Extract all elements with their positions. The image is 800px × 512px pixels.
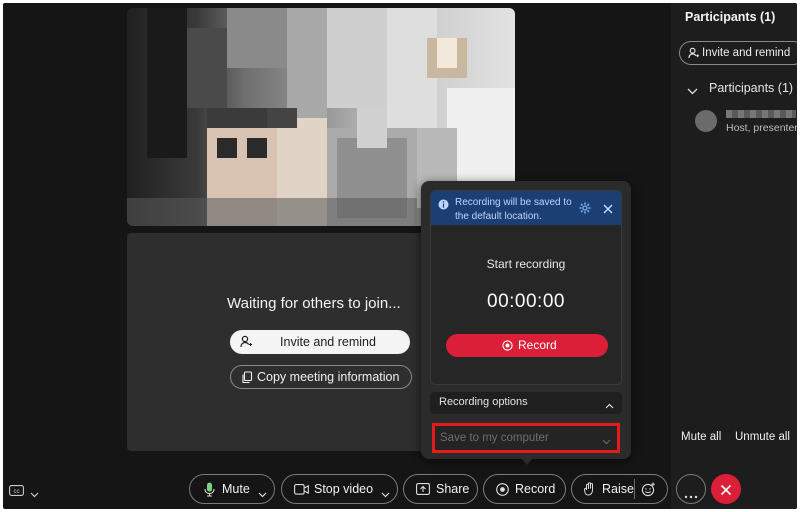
- copy-icon: [241, 371, 253, 387]
- raise-hand-icon: [584, 482, 595, 499]
- toolbar-separator: [634, 479, 635, 499]
- video-camera-icon: [294, 484, 309, 498]
- recording-card: Recording will be saved to the default l…: [430, 190, 622, 385]
- mute-label: Mute: [222, 482, 250, 496]
- popover-arrow: [520, 457, 534, 465]
- person-add-icon: [688, 47, 699, 62]
- raise-hand-button[interactable]: Raise: [571, 474, 668, 504]
- recording-options-header[interactable]: Recording options: [430, 392, 622, 414]
- stop-video-label: Stop video: [314, 482, 374, 496]
- copy-meeting-info-label: Copy meeting information: [257, 370, 400, 384]
- meeting-window: Waiting for others to join... Invite and…: [3, 3, 797, 509]
- record-icon: [502, 340, 513, 354]
- end-call-button[interactable]: [711, 474, 741, 504]
- participant-row[interactable]: Host, presenter: [693, 106, 797, 136]
- chevron-down-icon: [602, 436, 611, 448]
- sidebar-invite-button[interactable]: Invite and remind: [679, 41, 797, 65]
- chevron-down-icon: [381, 487, 390, 501]
- recording-timer: 00:00:00: [487, 291, 565, 312]
- recording-options-label: Recording options: [439, 396, 528, 408]
- info-icon: [438, 197, 449, 215]
- save-location-select[interactable]: Save to my computer: [432, 423, 620, 453]
- chevron-down-icon: [687, 84, 698, 98]
- start-record-button[interactable]: Record: [446, 334, 608, 357]
- avatar: [695, 110, 717, 132]
- sidebar-invite-label: Invite and remind: [702, 47, 791, 59]
- invite-and-remind-label: Invite and remind: [280, 335, 376, 349]
- microphone-icon: [204, 482, 215, 500]
- gear-icon[interactable]: [579, 201, 591, 219]
- mute-button[interactable]: Mute: [189, 474, 275, 504]
- copy-meeting-info-button[interactable]: Copy meeting information: [230, 365, 412, 389]
- stop-video-button[interactable]: Stop video: [281, 474, 398, 504]
- participants-panel: Participants (1) Invite and remind Parti…: [671, 3, 797, 509]
- more-options-button[interactable]: [676, 474, 706, 504]
- recording-popover: Recording will be saved to the default l…: [421, 181, 631, 459]
- info-banner: Recording will be saved to the default l…: [431, 191, 621, 225]
- info-banner-text: Recording will be saved to the default l…: [455, 197, 572, 222]
- waiting-panel: Waiting for others to join... Invite and…: [127, 233, 437, 451]
- share-label: Share: [436, 482, 470, 496]
- participants-group-label: Participants (1): [709, 81, 794, 95]
- emoji-reaction-icon[interactable]: [641, 482, 656, 500]
- unmute-all-button[interactable]: Unmute all: [735, 431, 790, 443]
- more-dots-icon: [684, 488, 698, 502]
- waiting-message: Waiting for others to join...: [227, 295, 401, 312]
- record-icon: [496, 483, 509, 499]
- chevron-up-icon: [605, 400, 614, 412]
- invite-and-remind-button[interactable]: Invite and remind: [230, 330, 410, 354]
- start-record-label: Record: [518, 338, 557, 352]
- share-screen-icon: [416, 483, 430, 498]
- mute-all-button[interactable]: Mute all: [681, 431, 721, 443]
- start-recording-label: Start recording: [486, 257, 566, 271]
- svg-text:cc: cc: [14, 489, 20, 495]
- participant-name-redacted: [726, 110, 796, 118]
- closed-captions-icon[interactable]: cc: [9, 483, 24, 501]
- participant-role: Host, presenter: [726, 122, 797, 134]
- chevron-down-icon[interactable]: [30, 485, 39, 503]
- save-location-value: Save to my computer: [440, 432, 549, 444]
- close-icon[interactable]: [603, 201, 613, 219]
- share-button[interactable]: Share: [403, 474, 478, 504]
- raise-hand-label: Raise: [602, 482, 634, 496]
- record-label: Record: [515, 482, 556, 496]
- close-icon: [720, 483, 732, 501]
- chevron-down-icon: [258, 487, 267, 501]
- record-button[interactable]: Record: [483, 474, 566, 504]
- participants-panel-title: Participants (1): [685, 10, 776, 24]
